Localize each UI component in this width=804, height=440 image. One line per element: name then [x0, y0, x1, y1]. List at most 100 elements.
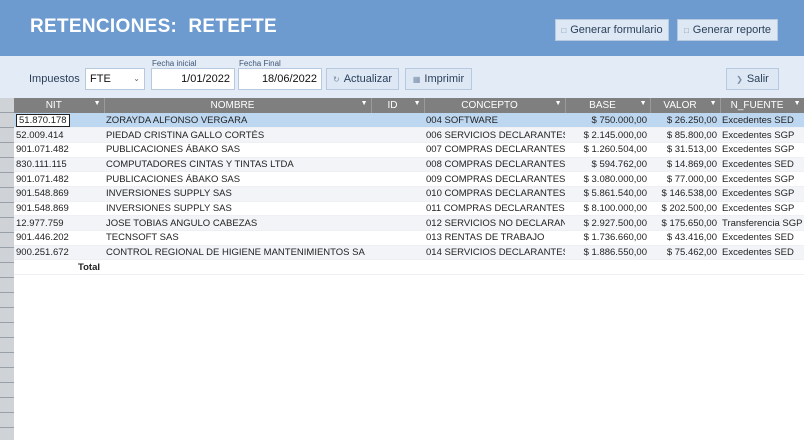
table-row[interactable]: 830.111.115 COMPUTADORES CINTAS Y TINTAS …	[14, 157, 804, 173]
cell-nombre[interactable]: PUBLICACIONES ÁBAKO SAS	[104, 171, 371, 187]
cell-valor[interactable]: $ 43.416,00	[650, 230, 720, 246]
cell-n-fuente[interactable]: Excedentes SGP	[720, 186, 804, 202]
cell-id[interactable]	[371, 171, 424, 187]
cell-concepto[interactable]: 007 COMPRAS DECLARANTES	[424, 142, 565, 158]
table-row[interactable]: 901.071.482 PUBLICACIONES ÁBAKO SAS 009 CO…	[14, 171, 804, 187]
fecha-inicial-input[interactable]: 1/01/2022	[151, 68, 235, 90]
cell-n-fuente[interactable]: Excedentes SGP	[720, 142, 804, 158]
cell-n-fuente[interactable]: Excedentes SGP	[720, 127, 804, 143]
cell-n-fuente[interactable]: Excedentes SED	[720, 157, 804, 173]
filter-dropdown-icon[interactable]: ▼	[94, 100, 101, 107]
cell-nit[interactable]: 901.548.869	[14, 186, 104, 202]
cell-nit[interactable]: 901.548.869	[14, 201, 104, 217]
cell-id[interactable]	[371, 201, 424, 217]
fecha-final-input[interactable]: 18/06/2022	[238, 68, 322, 90]
cell-concepto[interactable]: 013 RENTAS DE TRABAJO	[424, 230, 565, 246]
cell-id[interactable]	[371, 127, 424, 143]
cell-nombre[interactable]: TECNSOFT SAS	[104, 230, 371, 246]
column-header-id[interactable]: ID ▼	[371, 98, 425, 113]
filter-dropdown-icon[interactable]: ▼	[710, 100, 717, 107]
cell-nit[interactable]: 52.009.414	[14, 127, 104, 143]
cell-nit[interactable]: 901.071.482	[14, 142, 104, 158]
cell-concepto[interactable]: 012 SERVICIOS NO DECLARANT	[424, 215, 565, 231]
cell-base[interactable]: $ 2.927.500,00	[565, 215, 650, 231]
cell-id[interactable]	[371, 142, 424, 158]
cell-base[interactable]: $ 5.861.540,00	[565, 186, 650, 202]
column-header-valor[interactable]: VALOR ▼	[650, 98, 721, 113]
cell-base[interactable]: $ 1.736.660,00	[565, 230, 650, 246]
column-header-nit[interactable]: NIT ▼	[14, 98, 105, 113]
impuestos-select[interactable]: FTE ⌄	[85, 68, 145, 90]
cell-nombre[interactable]: ZORAYDA ALFONSO VERGARA	[104, 113, 371, 129]
cell-valor[interactable]: $ 31.513,00	[650, 142, 720, 158]
table-row[interactable]: 901.548.869 INVERSIONES SUPPLY SAS 010 COM…	[14, 186, 804, 202]
salir-button[interactable]: ❯ Salir	[726, 68, 779, 90]
cell-base[interactable]: $ 1.260.504,00	[565, 142, 650, 158]
cell-nombre[interactable]: COMPUTADORES CINTAS Y TINTAS LTDA	[104, 157, 371, 173]
table-row[interactable]: 51.870.178 ZORAYDA ALFONSO VERGARA 004 SOF…	[14, 113, 804, 129]
cell-base[interactable]: $ 2.145.000,00	[565, 127, 650, 143]
cell-base[interactable]: $ 594.762,00	[565, 157, 650, 173]
cell-id[interactable]	[371, 186, 424, 202]
cell-nit[interactable]: 901.071.482	[14, 171, 104, 187]
cell-base[interactable]: $ 750.000,00	[565, 113, 650, 129]
cell-concepto[interactable]: 008 COMPRAS DECLARANTES	[424, 157, 565, 173]
filter-dropdown-icon[interactable]: ▼	[640, 100, 647, 107]
chevron-down-icon[interactable]: ⌄	[133, 74, 140, 83]
table-row[interactable]: 52.009.414 PIEDAD CRISTINA GALLO CORTÉS 00…	[14, 127, 804, 143]
table-row[interactable]: 12.977.759 JOSE TOBIAS ANGULO CABEZAS 012 …	[14, 215, 804, 231]
column-header-nombre[interactable]: NOMBRE ▼	[104, 98, 372, 113]
filter-dropdown-icon[interactable]: ▼	[414, 100, 421, 107]
cell-nombre[interactable]: PIEDAD CRISTINA GALLO CORTÉS	[104, 127, 371, 143]
cell-n-fuente[interactable]: Excedentes SED	[720, 113, 804, 129]
cell-nit[interactable]: 901.446.202	[14, 230, 104, 246]
cell-valor[interactable]: $ 146.538,00	[650, 186, 720, 202]
cell-id[interactable]	[371, 113, 424, 129]
imprimir-button[interactable]: ▦ Imprimir	[405, 68, 472, 90]
table-row[interactable]: 901.446.202 TECNSOFT SAS 013 RENTAS DE TRA…	[14, 230, 804, 246]
cell-concepto[interactable]: 014 SERVICIOS DECLARANTES	[424, 245, 565, 261]
cell-id[interactable]	[371, 157, 424, 173]
cell-nit[interactable]: 900.251.672	[14, 245, 104, 261]
cell-concepto[interactable]: 004 SOFTWARE	[424, 113, 565, 129]
table-row[interactable]: 901.071.482 PUBLICACIONES ÁBAKO SAS 007 CO…	[14, 142, 804, 158]
cell-valor[interactable]: $ 202.500,00	[650, 201, 720, 217]
cell-n-fuente[interactable]: Excedentes SED	[720, 230, 804, 246]
actualizar-button[interactable]: ↻ Actualizar	[326, 68, 399, 90]
cell-nombre[interactable]: INVERSIONES SUPPLY SAS	[104, 186, 371, 202]
cell-id[interactable]	[371, 230, 424, 246]
generar-reporte-button[interactable]: □ Generar reporte	[677, 19, 778, 41]
cell-n-fuente[interactable]: Excedentes SED	[720, 245, 804, 261]
filter-dropdown-icon[interactable]: ▼	[794, 100, 801, 107]
cell-id[interactable]	[371, 215, 424, 231]
cell-base[interactable]: $ 3.080.000,00	[565, 171, 650, 187]
cell-nit[interactable]: 12.977.759	[14, 215, 104, 231]
cell-nit[interactable]: 51.870.178	[14, 113, 104, 129]
cell-n-fuente[interactable]: Transferencia SGP	[720, 215, 804, 231]
cell-concepto[interactable]: 011 COMPRAS DECLARANTES	[424, 201, 565, 217]
table-row[interactable]: 900.251.672 CONTROL REGIONAL DE HIGIENE M…	[14, 245, 804, 261]
cell-valor[interactable]: $ 175.650,00	[650, 215, 720, 231]
cell-id[interactable]	[371, 245, 424, 261]
filter-dropdown-icon[interactable]: ▼	[361, 100, 368, 107]
cell-nombre[interactable]: INVERSIONES SUPPLY SAS	[104, 201, 371, 217]
cell-valor[interactable]: $ 75.462,00	[650, 245, 720, 261]
cell-nombre[interactable]: CONTROL REGIONAL DE HIGIENE MANTENIMIENT…	[104, 245, 371, 261]
cell-concepto[interactable]: 006 SERVICIOS DECLARANTES	[424, 127, 565, 143]
column-header-n-fuente[interactable]: N_FUENTE ▼	[720, 98, 804, 113]
cell-concepto[interactable]: 010 COMPRAS DECLARANTES	[424, 186, 565, 202]
cell-nombre[interactable]: JOSE TOBIAS ANGULO CABEZAS	[104, 215, 371, 231]
generar-formulario-button[interactable]: □ Generar formulario	[555, 19, 669, 41]
cell-n-fuente[interactable]: Excedentes SGP	[720, 201, 804, 217]
cell-concepto[interactable]: 009 COMPRAS DECLARANTES	[424, 171, 565, 187]
cell-valor[interactable]: $ 14.869,00	[650, 157, 720, 173]
cell-base[interactable]: $ 8.100.000,00	[565, 201, 650, 217]
cell-valor[interactable]: $ 77.000,00	[650, 171, 720, 187]
table-row[interactable]: 901.548.869 INVERSIONES SUPPLY SAS 011 COM…	[14, 201, 804, 217]
column-header-base[interactable]: BASE ▼	[565, 98, 651, 113]
cell-nombre[interactable]: PUBLICACIONES ÁBAKO SAS	[104, 142, 371, 158]
cell-n-fuente[interactable]: Excedentes SGP	[720, 171, 804, 187]
filter-dropdown-icon[interactable]: ▼	[555, 100, 562, 107]
cell-valor[interactable]: $ 85.800,00	[650, 127, 720, 143]
cell-nit[interactable]: 830.111.115	[14, 157, 104, 173]
